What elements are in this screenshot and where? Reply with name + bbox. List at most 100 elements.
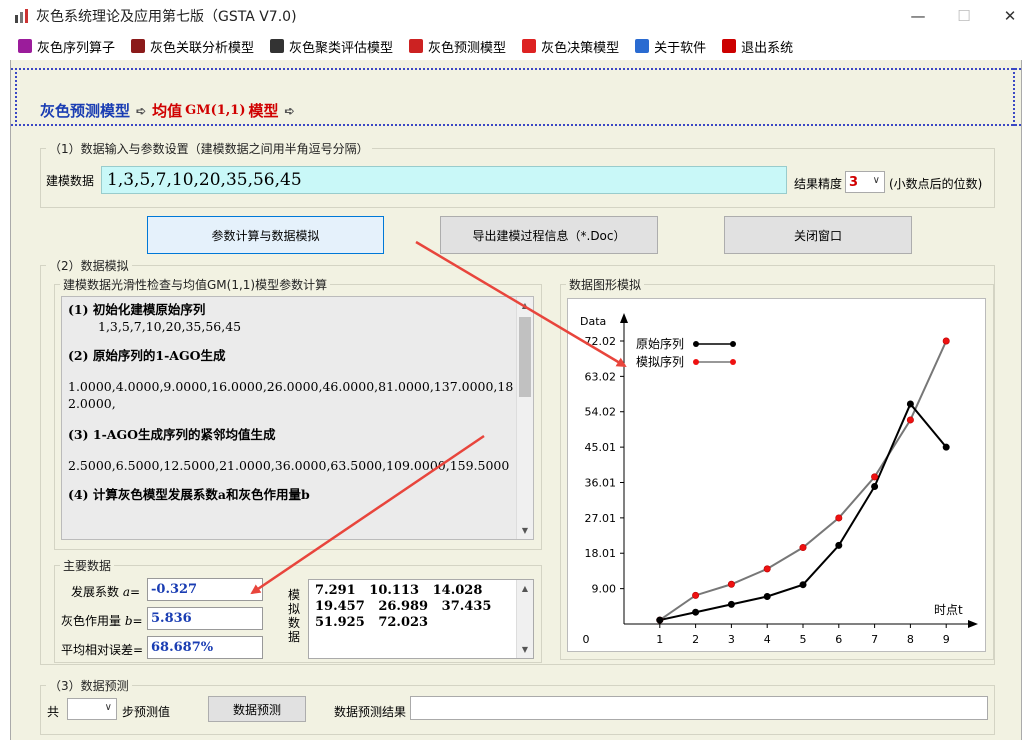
chevron-down-icon: ∨ [104,702,112,713]
x-tick-label: 2 [692,633,699,646]
app-icon [14,8,30,24]
x-tick-label: 9 [943,633,950,646]
y-tick-label: 27.01 [585,512,617,525]
grey-action-value[interactable]: 5.836 [147,607,263,630]
step1-body: 1,3,5,7,10,20,35,56,45 [98,319,242,334]
sim-data-line: 51.925 72.023 [315,615,429,630]
menu-item-6[interactable]: 退出系统 [722,37,793,56]
y-tick-label: 63.02 [585,370,617,383]
scroll-up-icon[interactable]: ▲ [517,297,533,314]
menu-item-label: 灰色聚类评估模型 [289,40,394,56]
menu-item-label: 退出系统 [741,40,794,56]
sim-data-line: 19.457 26.989 37.435 [315,599,492,614]
step2-body: 1.0000,4.0000,9.0000,16.0000,26.0000,46.… [68,379,514,411]
model-data-label: 建模数据 [46,174,95,188]
relation-icon [131,39,146,53]
arrow-right-icon: ➪ [284,103,295,118]
data-point-0 [835,541,843,549]
y-tick-label: 45.01 [585,441,617,454]
x-tick-label: 4 [764,633,771,646]
step1-title: (1) 初始化建模原始序列 [68,302,206,317]
scroll-up-icon[interactable]: ▲ [517,580,533,597]
step3-body: 2.5000,6.5000,12.5000,21.0000,36.0000,63… [68,458,510,473]
data-point-1 [906,416,914,424]
predict-result-output[interactable] [410,696,988,720]
data-point-0 [727,600,735,608]
avg-error-label: 平均相对误差= [61,643,144,657]
avg-error-value[interactable]: 68.687% [147,636,263,659]
close-window-button[interactable]: ✕ [987,0,1033,32]
menu-item-3[interactable]: 灰色预测模型 [409,37,506,56]
window-title: 灰色系统理论及应用第七版（GSTA V7.0) [36,9,297,25]
data-point-0 [656,616,664,624]
model-data-input[interactable]: 1,3,5,7,10,20,35,56,45 [101,166,787,194]
menu-item-label: 灰色序列算子 [37,40,116,56]
x-tick-label: 1 [656,633,663,646]
menu-bar: 灰色序列算子 灰色关联分析模型 灰色聚类评估模型 灰色预测模型 灰色决策模型 关于软件 退出… [0,32,1033,60]
sim-data-label: 模拟数据 [287,588,300,644]
menu-item-0[interactable]: 灰色序列算子 [18,37,115,56]
close-panel-button[interactable]: 关闭窗口 [724,216,912,254]
step3-title: (3) 1-AGO生成序列的紧邻均值生成 [68,427,276,442]
data-point-1 [871,473,879,481]
dev-coef-label: 发展系数 a= [71,585,141,599]
predict-total-label: 共 [47,705,60,719]
breadcrumb-submodel-name: GM(1,1) [185,103,246,118]
compute-simulate-button[interactable]: 参数计算与数据模拟 [147,216,384,254]
predict-steps-label: 步预测值 [122,705,171,719]
title-bar: 灰色系统理论及应用第七版（GSTA V7.0) — ☐ ✕ [0,0,1033,32]
data-point-0 [692,608,700,616]
process-log[interactable]: (1) 初始化建模原始序列 1,3,5,7,10,20,35,56,45 (2)… [61,296,534,540]
section-simulation-title: （2）数据模拟 [46,257,132,274]
precision-select[interactable]: 3 ∨ [845,171,885,193]
section-input-title: （1）数据输入与参数设置（建模数据之间用半角逗号分隔） [46,140,372,157]
chart-panel: Data 时点t 9.00 18.01 27.01 36.01 45.01 54.02 63.0… [567,298,986,652]
legend-marker-0 [730,341,736,347]
menu-item-label: 灰色关联分析模型 [150,40,255,56]
maximize-button[interactable]: ☐ [941,0,987,32]
data-point-0 [799,581,807,589]
precision-hint: (小数点后的位数) [889,177,983,191]
dev-coef-value[interactable]: -0.327 [147,578,263,601]
breadcrumb-model: 灰色预测模型 [40,102,131,120]
menu-item-5[interactable]: 关于软件 [635,37,706,56]
scroll-down-icon[interactable]: ▼ [517,522,533,539]
dotted-border-divider [11,124,1021,126]
precision-label: 结果精度 [794,177,843,191]
legend-label-0: 原始序列 [636,336,684,351]
minimize-button[interactable]: — [895,0,941,32]
data-point-0 [942,443,950,451]
process-scrollbar[interactable]: ▲ ▼ [516,297,533,539]
scroll-down-icon[interactable]: ▼ [517,641,533,658]
predict-steps-select[interactable]: ∨ [67,698,117,720]
x-tick-label: 7 [871,633,878,646]
menu-item-2[interactable]: 灰色聚类评估模型 [270,37,393,56]
predict-icon [409,39,424,53]
menu-item-1[interactable]: 灰色关联分析模型 [131,37,254,56]
sim-data-text: 7.291 10.113 14.028 19.457 26.989 37.435 5… [309,580,533,631]
data-point-0 [763,592,771,600]
x-axis-label: 时点t [934,603,963,617]
x-tick-label: 3 [728,633,735,646]
sim-data-output[interactable]: 7.291 10.113 14.028 19.457 26.989 37.435 5… [308,579,534,659]
x-axis-arrow [968,620,978,628]
menu-item-4[interactable]: 灰色决策模型 [522,37,619,56]
sim-data-line: 7.291 10.113 14.028 [315,583,483,598]
legend-marker-0 [693,341,699,347]
data-point-1 [727,580,735,588]
dotted-border-top [11,68,1021,70]
sim-scrollbar[interactable]: ▲ ▼ [516,580,533,658]
step4-title: (4) 计算灰色模型发展系数a和灰色作用量b [68,487,310,502]
y-axis-arrow [620,313,628,323]
legend-marker-1 [693,359,699,365]
predict-button[interactable]: 数据预测 [208,696,306,722]
operator-icon [18,39,32,53]
breadcrumb-submodel-suffix: 模型 [248,102,279,120]
legend-label-1: 模拟序列 [636,354,684,369]
export-doc-button[interactable]: 导出建模过程信息（*.Doc） [440,216,658,254]
scroll-thumb[interactable] [519,317,531,397]
y-tick-label: 72.02 [585,335,617,348]
y-axis-label: Data [580,315,606,328]
chart-group-title: 数据图形模拟 [566,276,645,293]
chart-svg: Data 时点t 9.00 18.01 27.01 36.01 45.01 54.02 63.0… [580,313,978,646]
